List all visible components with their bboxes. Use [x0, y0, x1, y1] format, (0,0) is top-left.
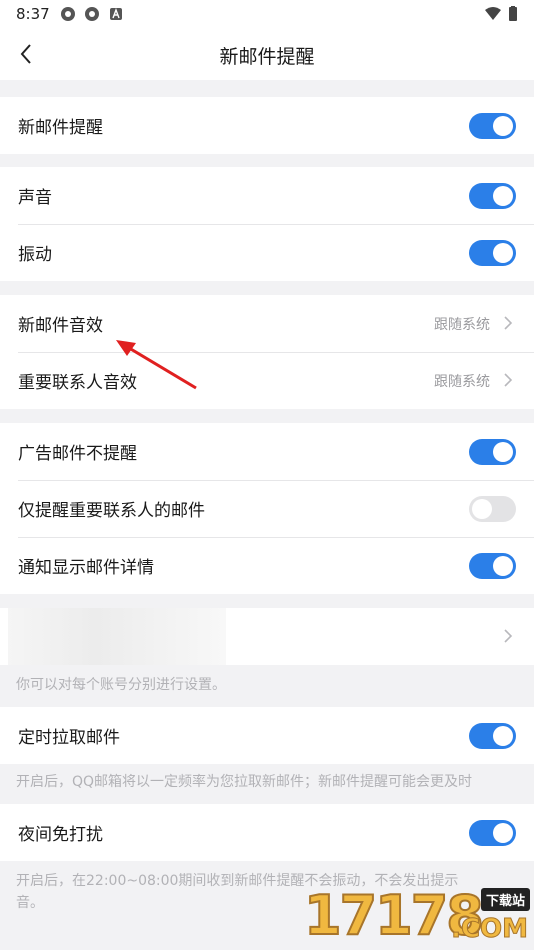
row-new-mail-alert: 新邮件提醒: [0, 97, 534, 154]
row-account[interactable]: [0, 608, 534, 665]
new-mail-alert-label: 新邮件提醒: [18, 118, 103, 138]
row-new-mail-sound[interactable]: 新邮件音效 跟随系统: [0, 295, 534, 352]
new-mail-alert-toggle[interactable]: [469, 113, 516, 139]
vibrate-toggle[interactable]: [469, 240, 516, 266]
group-new-mail-alert: 新邮件提醒: [0, 97, 534, 154]
chevron-right-icon: [504, 316, 513, 330]
new-mail-sound-label: 新邮件音效: [18, 316, 103, 336]
no-ad-alert-toggle[interactable]: [469, 439, 516, 465]
chevron-right-icon: [504, 629, 513, 643]
battery-icon: [509, 6, 517, 21]
scheduled-fetch-toggle[interactable]: [469, 723, 516, 749]
group-filters: 广告邮件不提醒 仅提醒重要联系人的邮件 通知显示邮件详情: [0, 423, 534, 594]
chevron-right-icon: [504, 373, 513, 387]
watermark-logo: 17178 下载站 .COM: [303, 883, 532, 948]
nav-bar: 新邮件提醒: [0, 28, 534, 80]
sound-label: 声音: [18, 188, 52, 208]
wifi-icon: [485, 7, 501, 20]
row-night-dnd: 夜间免打扰: [0, 804, 534, 861]
blurred-account-name: [8, 608, 226, 665]
row-vip-sound[interactable]: 重要联系人音效 跟随系统: [0, 352, 534, 409]
group-scheduled-fetch: 定时拉取邮件: [0, 707, 534, 764]
watermark-tag: 下载站: [480, 888, 530, 911]
no-ad-alert-label: 广告邮件不提醒: [18, 444, 137, 464]
status-bar: 8:37: [0, 0, 534, 28]
sound-toggle[interactable]: [469, 183, 516, 209]
row-scheduled-fetch: 定时拉取邮件: [0, 707, 534, 764]
a-badge-icon: [110, 8, 122, 20]
row-show-detail: 通知显示邮件详情: [0, 537, 534, 594]
app-notification-icon: [61, 7, 75, 21]
show-detail-toggle[interactable]: [469, 553, 516, 579]
group-sound-effects: 新邮件音效 跟随系统 重要联系人音效 跟随系统: [0, 295, 534, 409]
vip-sound-value: 跟随系统: [434, 374, 490, 390]
show-detail-label: 通知显示邮件详情: [18, 558, 154, 578]
night-dnd-toggle[interactable]: [469, 820, 516, 846]
watermark-domain: .COM: [451, 914, 529, 945]
vip-sound-label: 重要联系人音效: [18, 373, 137, 393]
row-no-ad-alert: 广告邮件不提醒: [0, 423, 534, 480]
group-sound-vibrate: 声音 振动: [0, 167, 534, 281]
row-vibrate: 振动: [0, 224, 534, 281]
row-sound: 声音: [0, 167, 534, 224]
app-notification-icon: [85, 7, 99, 21]
vip-only-toggle[interactable]: [469, 496, 516, 522]
night-dnd-label: 夜间免打扰: [18, 825, 103, 845]
new-mail-sound-value: 跟随系统: [434, 317, 490, 333]
scheduled-fetch-hint: 开启后，QQ邮箱将以一定频率为您拉取新邮件；新邮件提醒可能会更及时: [16, 774, 473, 790]
vibrate-label: 振动: [18, 245, 52, 265]
page-title: 新邮件提醒: [219, 46, 315, 68]
group-account: [0, 608, 534, 665]
status-time: 8:37: [16, 5, 50, 23]
vip-only-label: 仅提醒重要联系人的邮件: [18, 501, 205, 521]
row-vip-only: 仅提醒重要联系人的邮件: [0, 480, 534, 537]
scheduled-fetch-label: 定时拉取邮件: [18, 728, 120, 748]
account-hint: 你可以对每个账号分别进行设置。: [16, 677, 226, 693]
group-night-dnd: 夜间免打扰: [0, 804, 534, 861]
